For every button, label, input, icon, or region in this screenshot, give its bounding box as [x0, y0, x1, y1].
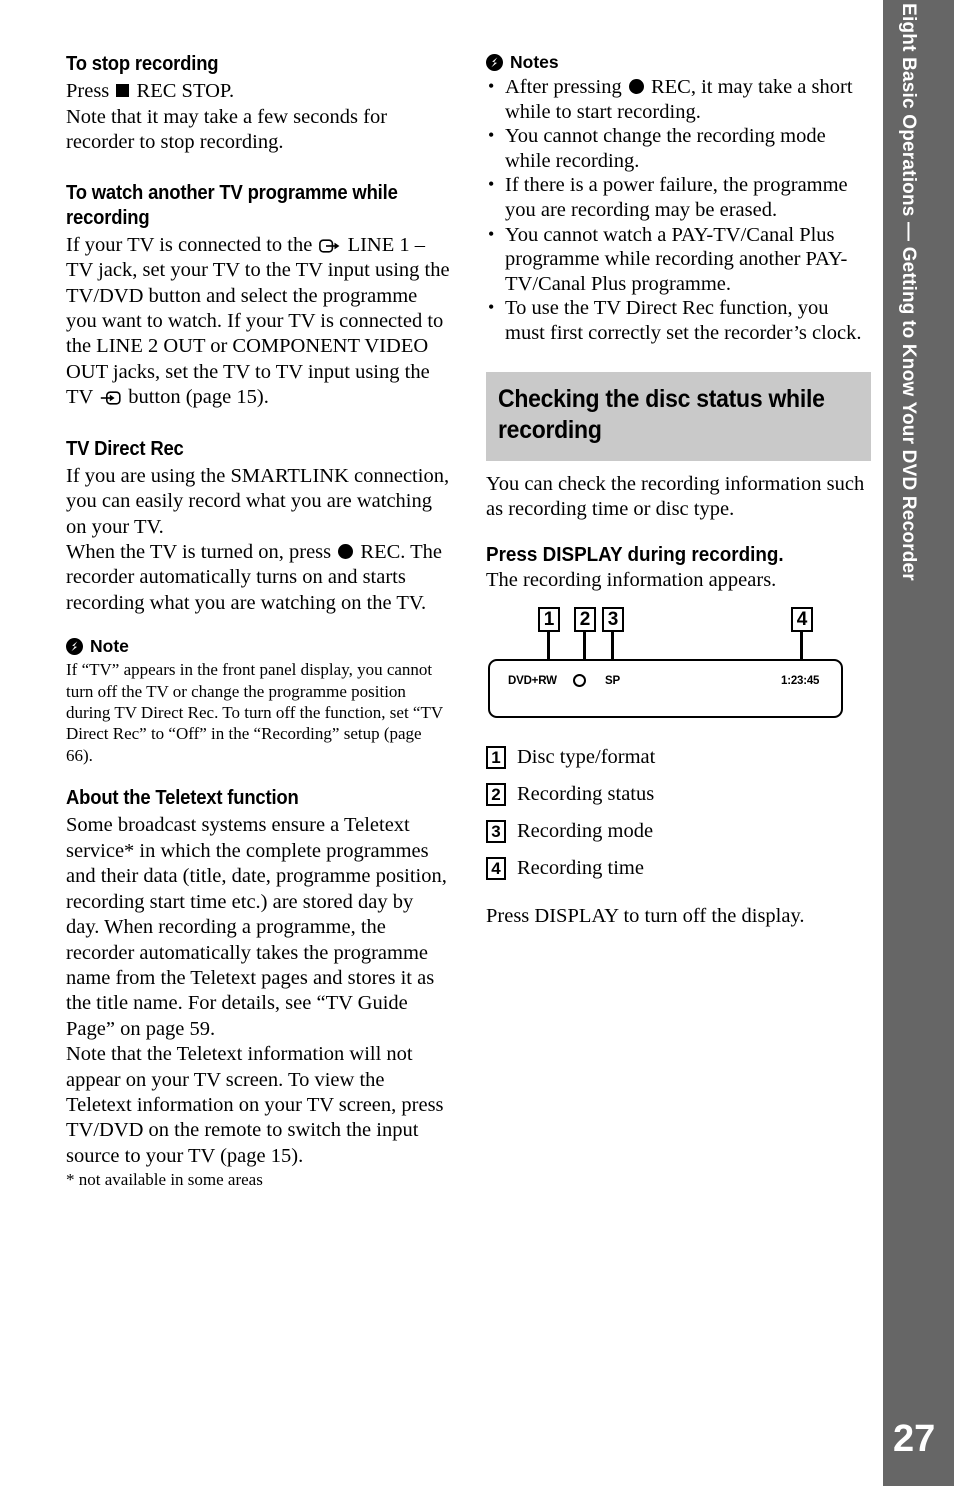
- paragraph-teletext-1: Some broadcast systems ensure a Teletext…: [66, 814, 447, 1040]
- watch-text-part1: If your TV is connected to the: [66, 233, 313, 256]
- watch-text-part2: LINE 1 – TV jack, set your TV to the TV …: [66, 233, 450, 409]
- paragraph-recording-info-appears: The recording information appears.: [486, 568, 777, 591]
- note-heading-row: Note: [66, 636, 451, 657]
- paragraph-check-intro: You can check the recording information …: [486, 473, 865, 521]
- front-panel-display-figure: 1 2 3 4 DVD+RW SP 1:23:45: [486, 607, 871, 727]
- right-column: Notes After pressing REC, it may take a …: [486, 52, 871, 930]
- heading-watch-another-tv-programme: To watch another TV programme while reco…: [66, 181, 398, 229]
- line-out-arrow-icon: [319, 236, 340, 253]
- rec-circle-icon: [628, 79, 644, 94]
- rec-stop-square-icon: [116, 84, 130, 98]
- watch-text-part3: button (page 15).: [128, 386, 269, 409]
- list-item: After pressing REC, it may take a short …: [486, 74, 871, 124]
- list-item: If there is a power failure, the program…: [486, 172, 871, 222]
- note-body-text: If “TV” appears in the front panel displ…: [66, 660, 443, 765]
- paragraph-closing-press-display: Press DISPLAY to turn off the display.: [486, 905, 805, 928]
- notes-list: After pressing REC, it may take a short …: [486, 74, 871, 346]
- note-item-suffix: If there is a power failure, the program…: [505, 174, 848, 221]
- section-banner: Checking the disc status while recording: [486, 371, 871, 462]
- list-item: 3 Recording mode: [486, 819, 871, 843]
- list-item: 2 Recording status: [486, 782, 871, 806]
- callout-box-1: 1: [538, 607, 560, 633]
- chapter-side-tab: Eight Basic Operations — Getting to Know…: [883, 0, 954, 1486]
- legend-number-3: 3: [486, 819, 506, 843]
- note-heading-label: Note: [90, 636, 129, 657]
- document-page: To stop recording Press REC STOP. Note t…: [0, 0, 954, 1486]
- note-item-suffix: You cannot watch a PAY-TV/Canal Plus pro…: [505, 223, 848, 295]
- callout-box-2: 2: [574, 607, 596, 633]
- legend-label-1: Disc type/format: [517, 746, 656, 769]
- callout-legend-list: 1 Disc type/format 2 Recording status 3 …: [486, 745, 871, 880]
- notes-heading-label: Notes: [510, 52, 559, 72]
- press-suffix-text: REC STOP.: [136, 80, 235, 103]
- callout-box-3: 3: [602, 607, 624, 633]
- note-bolt-icon: [486, 54, 503, 71]
- page-number: 27: [893, 1418, 936, 1460]
- tv-input-select-icon: [100, 388, 121, 405]
- legend-number-2: 2: [486, 782, 506, 806]
- paragraph-watch-another-tv: If your TV is connected to the LINE 1 – …: [66, 233, 451, 411]
- left-column: To stop recording Press REC STOP. Note t…: [66, 52, 451, 1191]
- callout-box-4: 4: [791, 607, 813, 633]
- legend-label-3: Recording mode: [517, 820, 654, 843]
- chapter-side-tab-label: Eight Basic Operations — Getting to Know…: [897, 3, 919, 581]
- display-panel: DVD+RW SP 1:23:45: [488, 659, 843, 719]
- recording-time-label: 1:23:45: [781, 675, 820, 688]
- press-prefix-text: Press: [66, 80, 110, 103]
- notes-heading-row: Notes: [486, 52, 871, 73]
- teletext-footnote: * not available in some areas: [66, 1170, 263, 1190]
- note-item-suffix: You cannot change the recording mode whi…: [505, 125, 826, 172]
- legend-label-2: Recording status: [517, 783, 655, 806]
- paragraph-press-rec-stop: Press REC STOP.: [66, 79, 451, 104]
- record-circle-outline-icon: [573, 674, 586, 688]
- list-item: 4 Recording time: [486, 856, 871, 880]
- recording-mode-label: SP: [605, 675, 620, 688]
- list-item: To use the TV Direct Rec function, you m…: [486, 295, 871, 345]
- heading-press-display: Press DISPLAY during recording.: [486, 542, 784, 566]
- note-item-prefix: After pressing: [505, 76, 622, 98]
- disc-type-label: DVD+RW: [508, 675, 557, 688]
- heading-tv-direct-rec: TV Direct Rec: [66, 436, 184, 460]
- heading-about-teletext: About the Teletext function: [66, 786, 299, 810]
- rec-circle-icon: [338, 544, 354, 560]
- paragraph-teletext-2: Note that the Teletext information will …: [66, 1043, 444, 1167]
- legend-number-4: 4: [486, 856, 506, 880]
- list-item: 1 Disc type/format: [486, 745, 871, 769]
- paragraph-stop-recording-note: Note that it may take a few seconds for …: [66, 105, 388, 153]
- banner-title: Checking the disc status while recording: [498, 384, 825, 445]
- tv-direct-text-part1: When the TV is turned on, press: [66, 541, 332, 564]
- paragraph-tv-direct-rec-1: If you are using the SMARTLINK connectio…: [66, 464, 450, 538]
- note-item-suffix: To use the TV Direct Rec function, you m…: [505, 297, 862, 344]
- legend-label-4: Recording time: [517, 857, 644, 880]
- heading-to-stop-recording: To stop recording: [66, 52, 219, 75]
- legend-number-1: 1: [486, 745, 506, 769]
- list-item: You cannot change the recording mode whi…: [486, 123, 871, 173]
- note-bolt-icon: [66, 638, 83, 656]
- paragraph-tv-direct-rec-2: When the TV is turned on, press REC. The…: [66, 540, 451, 616]
- list-item: You cannot watch a PAY-TV/Canal Plus pro…: [486, 222, 871, 297]
